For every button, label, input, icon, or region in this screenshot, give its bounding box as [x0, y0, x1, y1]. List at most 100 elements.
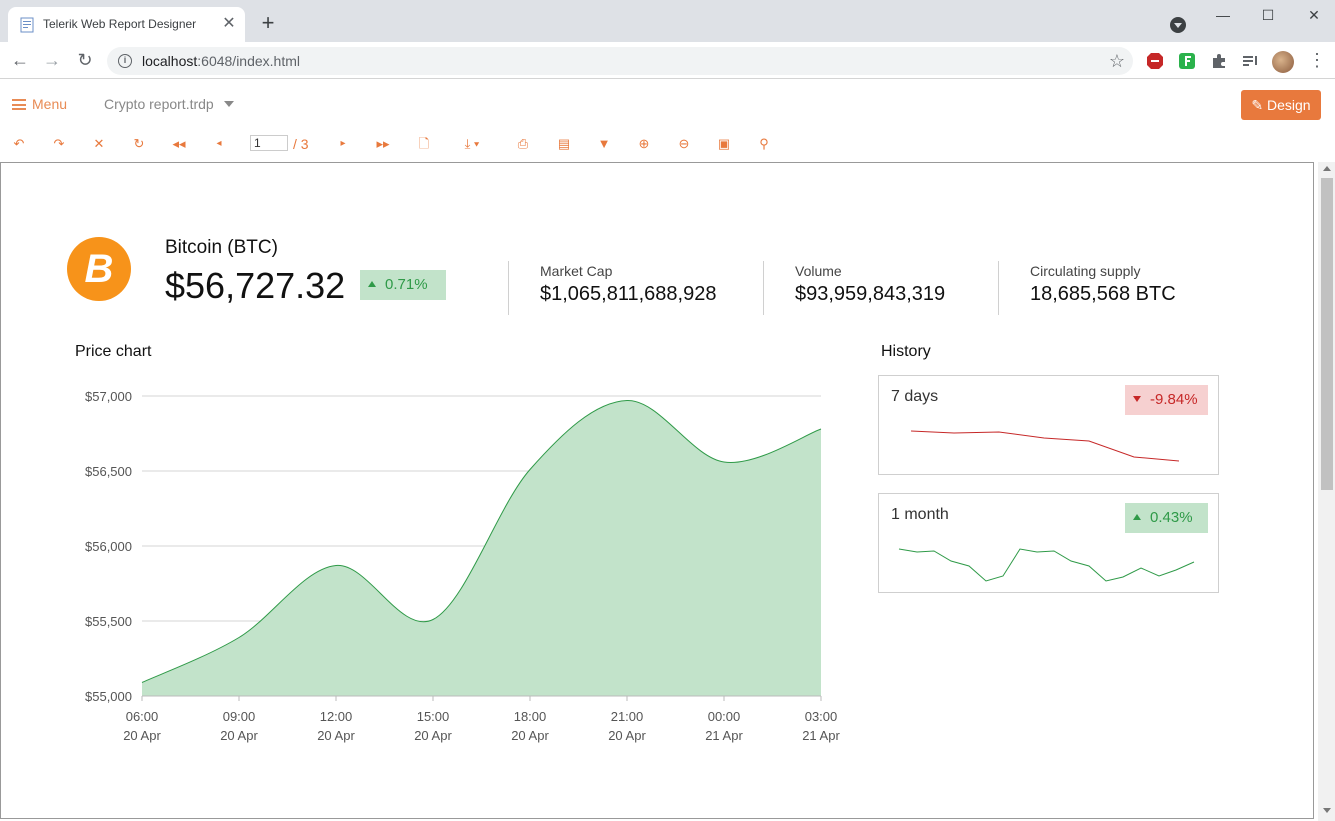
refresh-icon[interactable]: ↻: [130, 136, 148, 152]
history-card-7-days: 7 days -9.84%: [878, 375, 1219, 475]
divider: [998, 261, 999, 315]
browser-tab[interactable]: Telerik Web Report Designer ✕: [8, 7, 245, 42]
x-tick-label-time: 12:00: [320, 709, 353, 724]
last-page-icon[interactable]: ▸▸: [374, 136, 392, 152]
design-button[interactable]: ✎ Design: [1241, 90, 1321, 120]
market-cap-label: Market Cap: [540, 263, 613, 279]
data-point: [723, 461, 726, 464]
history-change-badge: -9.84%: [1125, 385, 1208, 415]
minimize-icon[interactable]: —: [1213, 6, 1233, 24]
x-tick-label-time: 21:00: [611, 709, 644, 724]
tab-title: Telerik Web Report Designer: [43, 17, 197, 31]
supply-value: 18,685,568 BTC: [1030, 283, 1176, 305]
history-label: 7 days: [891, 388, 939, 405]
media-playlist-icon[interactable]: [1241, 52, 1259, 70]
reload-icon[interactable]: ↻: [75, 50, 95, 70]
data-point: [626, 399, 629, 402]
filter-icon[interactable]: ▼: [595, 136, 613, 152]
adblock-extension-icon[interactable]: [1146, 52, 1164, 70]
data-point: [141, 681, 144, 684]
x-tick-label-time: 03:00: [805, 709, 838, 724]
browser-menu-icon[interactable]: ⋮: [1308, 50, 1326, 70]
x-tick-label-date: 20 Apr: [414, 728, 452, 743]
print-icon[interactable]: ⎙: [514, 136, 532, 152]
search-icon[interactable]: ⚲: [755, 136, 773, 152]
x-tick-label-time: 00:00: [708, 709, 741, 724]
coin-price: $56,727.32: [165, 265, 346, 306]
bookmark-star-icon[interactable]: ☆: [1109, 51, 1125, 72]
x-tick-label-time: 15:00: [417, 709, 450, 724]
profile-avatar[interactable]: [1272, 51, 1294, 73]
site-info-icon[interactable]: i: [118, 54, 132, 68]
arrow-down-icon: [1133, 396, 1141, 402]
edit-icon: ✎: [1251, 97, 1268, 113]
stop-icon[interactable]: ✕: [90, 136, 108, 152]
menu-button[interactable]: Menu: [12, 96, 67, 112]
close-window-icon[interactable]: ✕: [1304, 6, 1324, 24]
undo-icon[interactable]: ↶: [10, 136, 28, 152]
scroll-down-arrow-icon[interactable]: [1323, 808, 1331, 813]
maximize-icon[interactable]: ☐: [1258, 6, 1278, 24]
volume-label: Volume: [795, 263, 842, 279]
tab-search-icon[interactable]: [1170, 17, 1186, 33]
browser-tabstrip: Telerik Web Report Designer ✕ + — ☐ ✕: [0, 0, 1335, 42]
arrow-up-icon: [1133, 514, 1141, 520]
report-viewer-toolbar: Menu Crypto report.trdp ✎ Design ↶ ↷ ✕ ↻…: [0, 80, 1335, 162]
browser-toolbar: ← → ↻ i localhost:6048/index.html ☆ ⋮: [0, 42, 1335, 79]
zoom-in-icon[interactable]: ⊕: [635, 136, 653, 152]
first-page-icon[interactable]: ◂◂: [170, 136, 188, 152]
market-cap-value: $1,065,811,688,928: [540, 283, 717, 305]
x-tick-label-time: 09:00: [223, 709, 256, 724]
arrow-up-icon: [368, 281, 376, 287]
history-title: History: [881, 343, 931, 360]
y-tick-label: $55,500: [85, 614, 132, 629]
report-page: B Bitcoin (BTC) $56,727.32 0.71% Market …: [0, 162, 1314, 819]
price-change-badge: 0.71%: [360, 270, 446, 300]
page-total: / 3: [293, 136, 309, 152]
data-point: [432, 618, 435, 621]
previous-page-icon[interactable]: ◂: [210, 136, 228, 152]
bitcoin-logo-icon: B: [67, 237, 131, 301]
back-icon[interactable]: ←: [10, 50, 30, 70]
extensions-puzzle-icon[interactable]: [1210, 52, 1228, 70]
y-tick-label: $56,500: [85, 464, 132, 479]
data-point: [529, 468, 532, 471]
coin-name: Bitcoin (BTC): [165, 237, 278, 258]
url-text: localhost:6048/index.html: [142, 53, 300, 69]
print-preview-icon[interactable]: 🗋: [415, 136, 433, 152]
history-change-badge: 0.43%: [1125, 503, 1208, 533]
document-map-icon[interactable]: ▤: [555, 136, 573, 152]
feedly-extension-icon[interactable]: [1178, 52, 1196, 70]
report-file-icon: [20, 17, 34, 33]
data-point: [820, 428, 823, 431]
x-tick-label-date: 20 Apr: [608, 728, 646, 743]
next-page-icon[interactable]: ▸: [334, 136, 352, 152]
scrollbar-thumb[interactable]: [1321, 178, 1333, 490]
volume-value: $93,959,843,319: [795, 283, 946, 305]
price-area: [142, 400, 821, 696]
new-tab-icon[interactable]: +: [257, 12, 279, 35]
export-icon[interactable]: ⤓ ▾: [455, 136, 489, 152]
divider: [763, 261, 764, 315]
history-card-1-month: 1 month 0.43%: [878, 493, 1219, 593]
data-point: [238, 636, 241, 639]
chevron-down-icon[interactable]: [224, 101, 234, 107]
history-label: 1 month: [891, 506, 949, 523]
x-tick-label-time: 18:00: [514, 709, 547, 724]
toggle-zoom-mode-icon[interactable]: ▣: [715, 136, 733, 152]
supply-label: Circulating supply: [1030, 263, 1141, 279]
address-bar[interactable]: i localhost:6048/index.html ☆: [107, 47, 1133, 75]
redo-icon[interactable]: ↷: [50, 136, 68, 152]
zoom-out-icon[interactable]: ⊖: [675, 136, 693, 152]
scroll-up-arrow-icon[interactable]: [1323, 166, 1331, 171]
x-tick-label-date: 20 Apr: [123, 728, 161, 743]
y-tick-label: $56,000: [85, 539, 132, 554]
x-tick-label-date: 20 Apr: [317, 728, 355, 743]
close-tab-icon[interactable]: ✕: [221, 16, 237, 32]
price-chart: $55,000 $55,500 $56,000 $56,500 $57,000 06:00…: [85, 389, 840, 743]
page-number-input[interactable]: 1: [250, 135, 288, 151]
forward-icon[interactable]: →: [42, 50, 62, 70]
report-file-dropdown[interactable]: Crypto report.trdp: [104, 96, 214, 112]
hamburger-icon: [12, 99, 26, 110]
data-point: [335, 564, 338, 567]
